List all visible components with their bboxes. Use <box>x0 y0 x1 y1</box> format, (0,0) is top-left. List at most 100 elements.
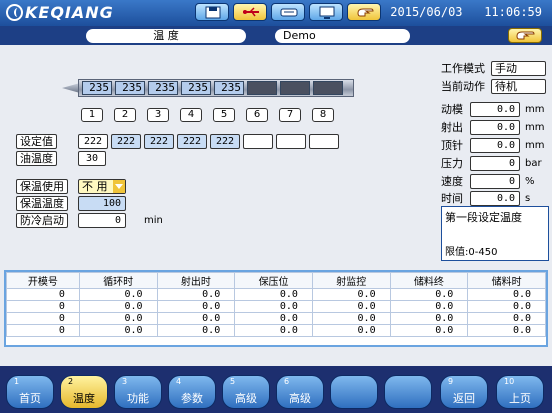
column-header: 开模号 <box>6 272 80 289</box>
mold-name[interactable]: Demo <box>275 29 410 43</box>
status-value: 0.0 <box>470 102 520 117</box>
status-label: 压力 <box>441 157 463 170</box>
f1-home-button[interactable]: 1 首页 <box>6 375 54 409</box>
set-value-zone-2[interactable]: 222 <box>111 134 141 149</box>
anti-cold-start-label: 防冷启动 <box>16 213 68 228</box>
set-value-zone-7[interactable] <box>276 134 306 149</box>
status-unit: s <box>525 193 531 204</box>
heater-zone-3: 235 <box>148 81 178 95</box>
column-header: 储料时 <box>467 272 546 289</box>
table-cell: 0.0 <box>311 312 391 325</box>
status-label: 射出 <box>441 121 463 134</box>
heater-zone-4: 235 <box>181 81 211 95</box>
table-cell: 0 <box>6 300 80 313</box>
set-value-zone-1[interactable]: 222 <box>78 134 108 149</box>
function-key-bar: 1 首页 2 温度 3 功能 4 参数 5 高级 6 高级 9 返回 10 上页 <box>0 366 552 413</box>
table-cell: 0.0 <box>311 324 391 337</box>
f7-blank-button[interactable] <box>330 375 378 409</box>
set-value-label: 设定值 <box>16 134 57 149</box>
heat-temp-input[interactable]: 100 <box>78 196 126 211</box>
heat-temp-label: 保温温度 <box>16 196 68 211</box>
table-cell: 0 <box>6 324 80 337</box>
zone-number: 7 <box>279 108 301 122</box>
tab-row: 温 度 Demo <box>0 26 552 45</box>
limit-text: 限值:0-450 <box>445 247 498 258</box>
date-time: 2015/06/03 11:06:59 <box>390 5 542 19</box>
table-row: 0 0.0 0.0 0.0 0.0 0.0 0.0 <box>6 312 546 325</box>
save-icon[interactable] <box>195 3 229 21</box>
column-header: 射监控 <box>311 272 391 289</box>
hand-icon[interactable] <box>347 3 381 21</box>
table-cell: 0.0 <box>467 312 546 325</box>
chevron-down-icon <box>113 180 125 193</box>
screen-icon[interactable] <box>309 3 343 21</box>
table-cell: 0.0 <box>78 312 158 325</box>
heat-preserve-label: 保温使用 <box>16 179 68 194</box>
cycle-data-table: 开模号 循环时 射出时 保压位 射监控 储料终 储料时 0 0.0 0.0 0.… <box>4 270 548 347</box>
status-value: 0 <box>470 174 520 189</box>
table-cell: 0.0 <box>311 300 391 313</box>
table-cell: 0.0 <box>78 324 158 337</box>
status-unit: bar <box>525 158 542 169</box>
status-value: 0.0 <box>470 120 520 135</box>
table-header-row: 开模号 循环时 射出时 保压位 射监控 储料终 储料时 <box>6 272 546 289</box>
table-cell: 0.0 <box>156 288 236 301</box>
set-value-zone-8[interactable] <box>309 134 339 149</box>
current-action-value: 待机 <box>491 79 546 94</box>
oil-temp-value: 30 <box>78 151 106 166</box>
f8-blank-button[interactable] <box>384 375 432 409</box>
heater-zone-2: 235 <box>115 81 145 95</box>
status-label: 动模 <box>441 103 463 116</box>
set-value-zone-6[interactable] <box>243 134 273 149</box>
status-unit: mm <box>525 140 545 151</box>
table-cell: 0 <box>6 288 80 301</box>
table-cell: 0.0 <box>156 300 236 313</box>
status-unit: mm <box>525 122 545 133</box>
zone-number: 2 <box>114 108 136 122</box>
f4-parameter-button[interactable]: 4 参数 <box>168 375 216 409</box>
zone-number: 6 <box>246 108 268 122</box>
f6-advanced-button[interactable]: 6 高级 <box>276 375 324 409</box>
set-value-zone-4[interactable]: 222 <box>177 134 207 149</box>
heater-zone-8 <box>313 81 343 95</box>
f3-function-button[interactable]: 3 功能 <box>114 375 162 409</box>
zone-number: 3 <box>147 108 169 122</box>
heater-zone-6 <box>247 81 277 95</box>
usb-icon[interactable] <box>233 3 267 21</box>
top-bar: KEQIANG 2015/06/03 11:06:59 <box>0 0 552 26</box>
zone-number: 4 <box>180 108 202 122</box>
table-cell: 0.0 <box>234 288 313 301</box>
hand-button[interactable] <box>508 28 542 43</box>
table-cell: 0 <box>6 312 80 325</box>
page-title: 温 度 <box>86 29 246 43</box>
status-unit: % <box>525 176 535 187</box>
column-header: 储料终 <box>389 272 469 289</box>
table-cell: 0.0 <box>311 288 391 301</box>
set-value-zone-5[interactable]: 222 <box>210 134 240 149</box>
table-cell: 0.0 <box>467 324 546 337</box>
column-header: 循环时 <box>78 272 158 289</box>
status-value: 0 <box>470 156 520 171</box>
status-value: 0.0 <box>470 138 520 153</box>
memory-card-icon[interactable] <box>271 3 305 21</box>
brand-logo: KEQIANG <box>6 3 114 22</box>
f9-back-button[interactable]: 9 返回 <box>440 375 488 409</box>
brand-mark-icon <box>6 4 23 21</box>
heat-preserve-select[interactable]: 不 用 <box>78 179 126 194</box>
f10-page-up-button[interactable]: 10 上页 <box>496 375 544 409</box>
f2-temperature-button[interactable]: 2 温度 <box>60 375 108 409</box>
table-cell: 0.0 <box>78 288 158 301</box>
f5-advanced-button[interactable]: 5 高级 <box>222 375 270 409</box>
table-row: 0 0.0 0.0 0.0 0.0 0.0 0.0 <box>6 324 546 337</box>
column-header: 保压位 <box>234 272 313 289</box>
table-cell: 0.0 <box>234 324 313 337</box>
table-cell: 0.0 <box>234 300 313 313</box>
current-action-label: 当前动作 <box>441 80 485 93</box>
status-label: 顶针 <box>441 139 463 152</box>
anti-cold-start-input[interactable]: 0 <box>78 213 126 228</box>
table-cell: 0.0 <box>467 300 546 313</box>
set-value-zone-3[interactable]: 222 <box>144 134 174 149</box>
work-mode-label: 工作模式 <box>441 62 485 75</box>
table-cell: 0.0 <box>389 312 469 325</box>
status-label: 时间 <box>441 192 463 205</box>
